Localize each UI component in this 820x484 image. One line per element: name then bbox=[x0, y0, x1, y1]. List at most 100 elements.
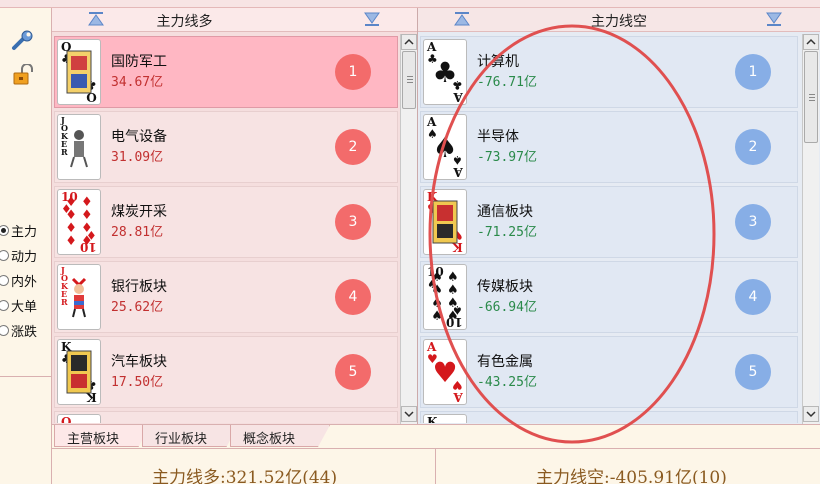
radio-label: 内外 bbox=[11, 275, 38, 290]
radio-neiwai[interactable]: 内外 bbox=[0, 268, 37, 293]
sector-name: 电气设备 bbox=[111, 129, 167, 145]
playing-card: K bbox=[423, 414, 467, 423]
rank-badge: 4 bbox=[735, 279, 771, 315]
sector-row[interactable]: Q ♣ Q ♣ 国防军工 34.67亿 1 bbox=[54, 36, 398, 108]
rank-badge: 3 bbox=[335, 204, 371, 240]
scroll-down-button[interactable] bbox=[803, 406, 819, 422]
sort-down-icon[interactable] bbox=[766, 12, 782, 26]
sector-name: 半导体 bbox=[477, 129, 519, 145]
rank-badge: 2 bbox=[735, 129, 771, 165]
playing-card: A ♥ A ♥ ♥ bbox=[423, 339, 467, 405]
playing-card: Q ♣ Q ♣ bbox=[57, 39, 101, 105]
rank-badge: 1 bbox=[735, 54, 771, 90]
rank-badge: 5 bbox=[735, 354, 771, 390]
radio-dot[interactable] bbox=[0, 325, 9, 336]
partial-card-rank: K bbox=[427, 415, 438, 423]
playing-card: A ♣ A ♣ ♣ bbox=[423, 39, 467, 105]
sort-down-icon[interactable] bbox=[364, 12, 380, 26]
sector-name: 汽车板块 bbox=[111, 354, 167, 370]
short-panel: 主力线空 A ♣ A ♣ ♣ 计算机 -76.71亿 1 A ♠ A ♠ ♠ 半导体 -73… bbox=[418, 8, 820, 424]
short-panel-title: 主力线空 bbox=[591, 14, 647, 30]
playing-card: 10 ♦ 10 ♦ ♦ ♦ ♦ ♦ ♦ ♦ ♦ ♦ bbox=[57, 189, 101, 255]
sector-row[interactable]: K ♣ K ♣ 汽车板块 17.50亿 5 bbox=[54, 336, 398, 408]
lock-icon[interactable] bbox=[10, 64, 36, 86]
scroll-thumb[interactable] bbox=[402, 51, 416, 109]
long-panel: 主力线多 Q ♣ Q ♣ 国防军工 34.67亿 1 JOKER 电气设备 31.09… bbox=[52, 8, 418, 424]
sector-row-partial[interactable]: K bbox=[420, 411, 798, 423]
playing-card: K ♣ K ♣ bbox=[57, 339, 101, 405]
sector-amount: -66.94亿 bbox=[477, 300, 537, 315]
playing-card: Q bbox=[57, 414, 101, 423]
radio-dot[interactable] bbox=[0, 275, 9, 286]
tab-industry[interactable]: 行业板块 bbox=[142, 425, 238, 447]
scroll-thumb[interactable] bbox=[804, 51, 818, 143]
partial-card-rank: Q bbox=[61, 415, 72, 423]
sector-row[interactable]: A ♠ A ♠ ♠ 半导体 -73.97亿 2 bbox=[420, 111, 798, 183]
radio-dot[interactable] bbox=[0, 250, 9, 261]
rank-badge: 5 bbox=[335, 354, 371, 390]
rank-badge: 3 bbox=[735, 204, 771, 240]
toolbar-divider bbox=[0, 376, 52, 377]
sector-amount: -43.25亿 bbox=[477, 375, 537, 390]
sector-amount: 25.62亿 bbox=[111, 300, 164, 315]
sector-row[interactable]: JOKER 银行板块 25.62亿 4 bbox=[54, 261, 398, 333]
tab-concept[interactable]: 概念板块 bbox=[230, 425, 330, 447]
short-panel-header: 主力线空 bbox=[418, 8, 820, 32]
sector-amount: 31.09亿 bbox=[111, 150, 164, 165]
sector-amount: 28.81亿 bbox=[111, 225, 164, 240]
sector-row[interactable]: A ♥ A ♥ ♥ 有色金属 -43.25亿 5 bbox=[420, 336, 798, 408]
radio-dongli[interactable]: 动力 bbox=[0, 243, 37, 268]
long-summary: 主力线多:321.52亿(44) bbox=[152, 468, 338, 484]
playing-card: A ♠ A ♠ ♠ bbox=[423, 114, 467, 180]
sector-amount: -71.25亿 bbox=[477, 225, 537, 240]
sector-amount: -73.97亿 bbox=[477, 150, 537, 165]
long-panel-title: 主力线多 bbox=[156, 14, 213, 30]
sector-amount: 17.50亿 bbox=[111, 375, 164, 390]
sector-row[interactable]: A ♣ A ♣ ♣ 计算机 -76.71亿 1 bbox=[420, 36, 798, 108]
sector-name: 煤炭开采 bbox=[111, 204, 167, 220]
short-summary: 主力线空:-405.91亿(10) bbox=[536, 468, 727, 484]
sector-row[interactable]: K ♥ K ♥ 通信板块 -71.25亿 3 bbox=[420, 186, 798, 258]
long-scrollbar[interactable] bbox=[400, 34, 417, 424]
sector-name: 银行板块 bbox=[111, 279, 167, 295]
radio-label: 涨跌 bbox=[11, 325, 38, 340]
sector-name: 通信板块 bbox=[477, 204, 533, 220]
radio-label: 大单 bbox=[11, 300, 38, 315]
radio-label: 动力 bbox=[11, 250, 38, 265]
sector-name: 计算机 bbox=[477, 54, 519, 70]
summary-divider bbox=[435, 449, 436, 484]
playing-card: JOKER bbox=[57, 114, 101, 180]
sector-name: 国防军工 bbox=[111, 54, 167, 70]
rank-badge: 4 bbox=[335, 279, 371, 315]
scroll-up-button[interactable] bbox=[401, 34, 417, 50]
long-panel-header: 主力线多 bbox=[52, 8, 417, 32]
tab-main-business[interactable]: 主营板块 bbox=[54, 425, 150, 447]
short-scrollbar[interactable] bbox=[802, 34, 819, 424]
left-toolbar: 主力 动力 内外 大单 涨跌 bbox=[0, 8, 52, 484]
radio-zhuli[interactable]: 主力 bbox=[0, 218, 37, 243]
sector-row[interactable]: JOKER 电气设备 31.09亿 2 bbox=[54, 111, 398, 183]
top-strip bbox=[0, 0, 820, 8]
radio-dot[interactable] bbox=[0, 300, 9, 311]
indicator-radio-group: 主力 动力 内外 大单 涨跌 bbox=[0, 218, 37, 343]
sector-row[interactable]: 10 ♠ 10 ♠ ♠ ♠ ♠ ♠ ♠ ♠ ♠ ♠ 传媒板块 -66.94亿 4 bbox=[420, 261, 798, 333]
radio-dot[interactable] bbox=[0, 225, 9, 236]
sector-row-partial[interactable]: Q bbox=[54, 411, 398, 423]
playing-card: JOKER bbox=[57, 264, 101, 330]
radio-dadan[interactable]: 大单 bbox=[0, 293, 37, 318]
sector-name: 传媒板块 bbox=[477, 279, 533, 295]
radio-label: 主力 bbox=[11, 225, 38, 240]
sector-name: 有色金属 bbox=[477, 354, 533, 370]
rank-badge: 1 bbox=[335, 54, 371, 90]
scroll-up-button[interactable] bbox=[803, 34, 819, 50]
sector-row[interactable]: 10 ♦ 10 ♦ ♦ ♦ ♦ ♦ ♦ ♦ ♦ ♦ 煤炭开采 28.81亿 3 bbox=[54, 186, 398, 258]
sector-tabs: 主营板块 行业板块 概念板块 bbox=[52, 424, 820, 448]
playing-card: K ♥ K ♥ bbox=[423, 189, 467, 255]
summary-bar: 主力线多:321.52亿(44) 主力线空:-405.91亿(10) bbox=[52, 448, 820, 484]
radio-zhangdie[interactable]: 涨跌 bbox=[0, 318, 37, 343]
sector-amount: 34.67亿 bbox=[111, 75, 164, 90]
sector-amount: -76.71亿 bbox=[477, 75, 537, 90]
playing-card: 10 ♠ 10 ♠ ♠ ♠ ♠ ♠ ♠ ♠ ♠ ♠ bbox=[423, 264, 467, 330]
wrench-icon[interactable] bbox=[10, 30, 36, 52]
scroll-down-button[interactable] bbox=[401, 406, 417, 422]
